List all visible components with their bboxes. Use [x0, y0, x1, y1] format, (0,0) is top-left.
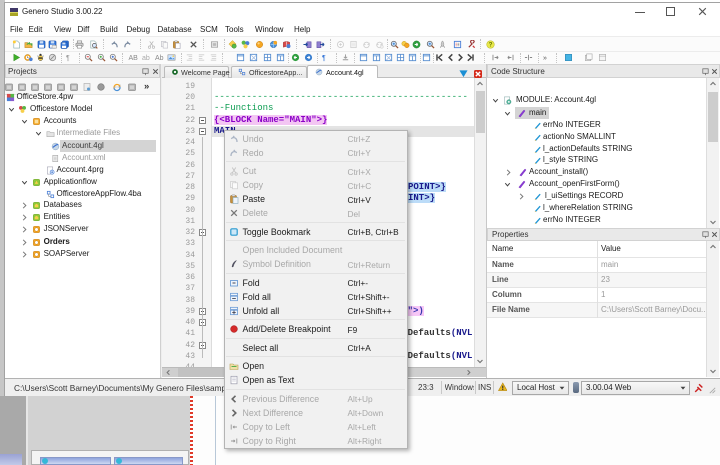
svg-text:?: ?	[489, 41, 493, 48]
